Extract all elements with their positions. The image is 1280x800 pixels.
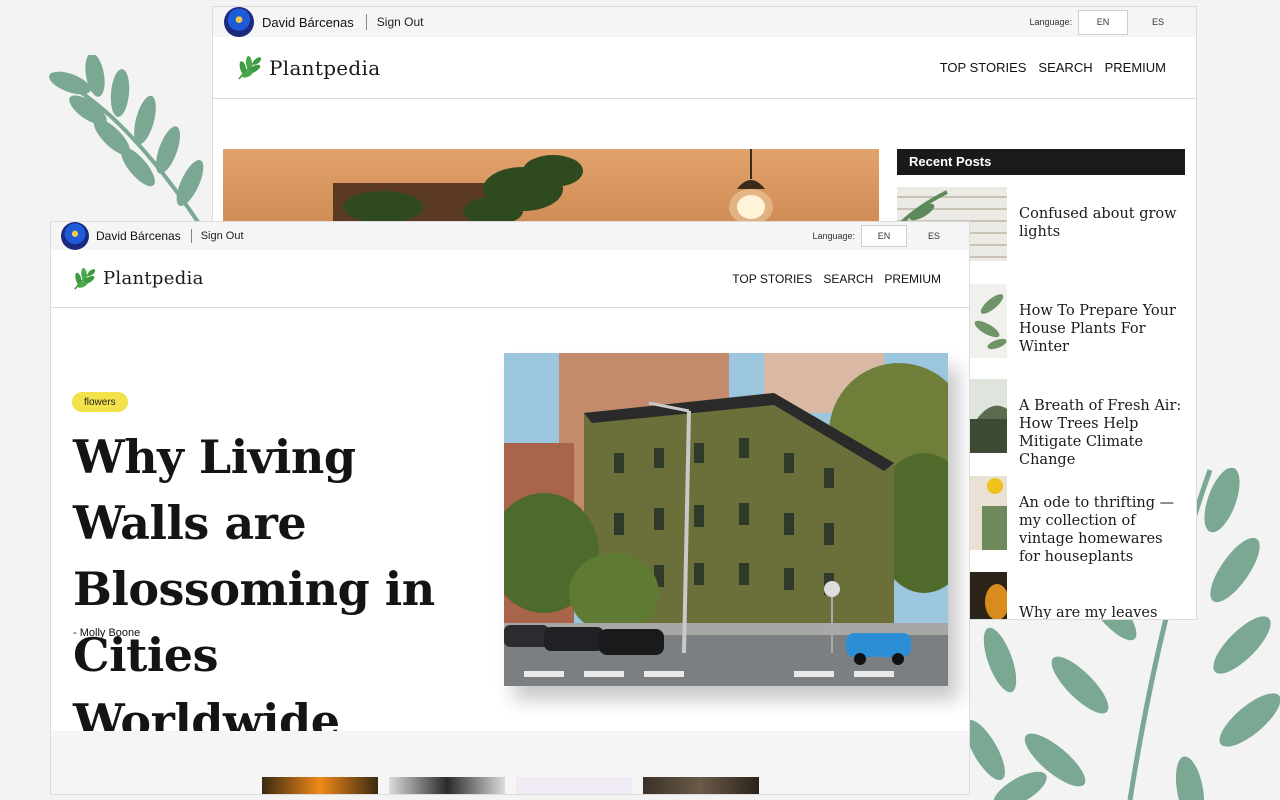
category-tag[interactable]: flowers [72,392,128,412]
nav-search[interactable]: SEARCH [823,272,873,286]
nav-premium[interactable]: PREMIUM [1105,60,1166,75]
leaf-logo-icon [74,267,96,290]
article-thumbnail[interactable] [389,777,505,794]
user-name: David Bárcenas [262,14,354,30]
article-thumbnail[interactable] [516,777,632,794]
article-thumbnail[interactable] [262,777,378,794]
language-label: Language: [812,231,855,241]
leaf-logo-icon [238,55,262,79]
logo-text: Plantpedia [103,268,204,289]
article-hero-image[interactable] [223,149,879,229]
sign-out-link[interactable]: Sign Out [201,230,244,242]
site-logo[interactable]: Plantpedia [71,267,204,291]
recent-post-title: Why are my leaves turning yellow? [1019,605,1158,620]
nav-top-stories[interactable]: TOP STORIES [732,272,812,286]
language-es-button[interactable]: ES [907,225,961,247]
nav-premium[interactable]: PREMIUM [884,272,941,286]
language-selector: Language: EN ES [1029,7,1196,37]
avatar[interactable] [224,7,254,37]
site-header: Plantpedia TOP STORIES SEARCH PREMIUM [51,250,969,308]
divider [365,14,367,30]
main-nav: TOP STORIES SEARCH PREMIUM [732,272,941,286]
recent-post-title: An ode to thrifting — my collection of v… [1019,495,1175,565]
language-label: Language: [1029,17,1072,27]
article-title: Why Living Walls are Blossoming in Citie… [73,430,435,748]
site-logo[interactable]: Plantpedia [235,55,380,81]
sign-out-link[interactable]: Sign Out [377,15,424,29]
user-name: David Bárcenas [96,229,181,243]
language-en-button[interactable]: EN [1078,9,1128,35]
logo-text: Plantpedia [269,55,381,80]
recent-post-title: Confused about grow lights [1019,206,1177,240]
avatar[interactable] [61,222,89,250]
user-bar: David Bárcenas Sign Out Language: EN ES [213,7,1196,37]
article-hero-image[interactable] [504,353,948,686]
foreground-browser-window: David Bárcenas Sign Out Language: EN ES … [50,221,970,795]
user-bar: David Bárcenas Sign Out Language: EN ES [51,222,969,250]
background-leaf-branch-left [49,55,204,227]
site-header: Plantpedia TOP STORIES SEARCH PREMIUM [213,37,1196,99]
article-thumbnail-row [262,777,759,794]
article-thumbnail[interactable] [643,777,759,794]
recent-posts-heading: Recent Posts [897,149,1185,175]
language-en-button[interactable]: EN [861,225,907,247]
recent-post-title: A Breath of Fresh Air: How Trees Help Mi… [1019,398,1182,468]
main-nav: TOP STORIES SEARCH PREMIUM [940,60,1166,75]
divider [190,229,192,243]
language-es-button[interactable]: ES [1128,10,1188,35]
nav-top-stories[interactable]: TOP STORIES [940,60,1027,75]
recent-post-title: How To Prepare Your House Plants For Win… [1019,303,1176,355]
article-author: - Molly Boone [73,627,141,639]
nav-search[interactable]: SEARCH [1038,60,1092,75]
language-selector: Language: EN ES [812,222,969,250]
lower-section [51,731,969,794]
